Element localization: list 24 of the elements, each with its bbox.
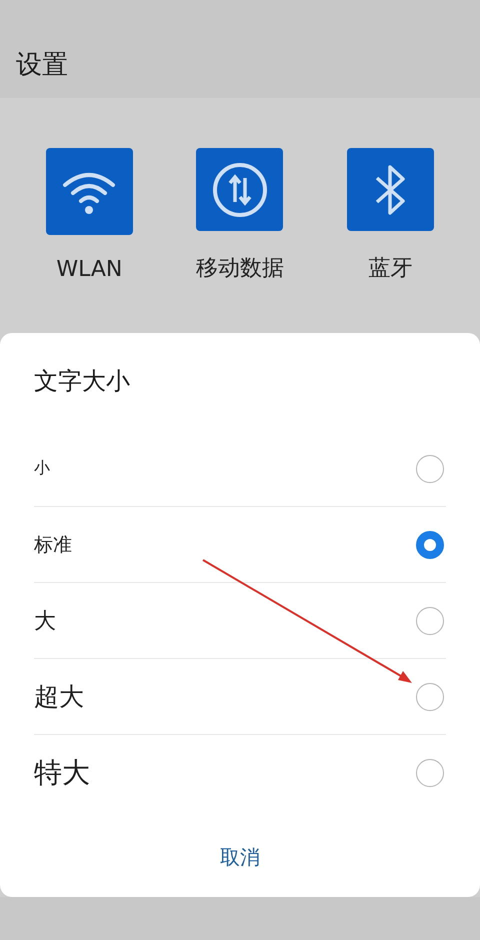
option-label: 超大 — [34, 681, 84, 713]
dialog-title: 文字大小 — [34, 366, 130, 397]
tile-button[interactable] — [196, 148, 284, 231]
page-title: 设置 — [16, 48, 68, 82]
tile-label: 蓝牙 — [368, 255, 413, 283]
radio-button[interactable] — [416, 682, 444, 710]
option-row[interactable]: 大 — [34, 583, 446, 659]
option-row[interactable]: 特大 — [34, 735, 446, 810]
cancel-button[interactable]: 取消 — [208, 838, 272, 877]
tile-label: WLAN — [56, 257, 122, 282]
radio-button[interactable] — [416, 606, 444, 634]
option-label: 特大 — [34, 754, 90, 790]
option-label: 大 — [34, 608, 56, 636]
option-label: 标准 — [34, 532, 72, 558]
data-transfer-icon — [212, 162, 268, 218]
option-row[interactable]: 小 — [34, 431, 446, 507]
radio-button[interactable] — [416, 530, 444, 558]
radio-button[interactable] — [416, 454, 444, 482]
radio-button[interactable] — [416, 758, 444, 786]
option-row[interactable]: 标准 — [34, 507, 446, 583]
tile-label: 移动数据 — [196, 255, 284, 283]
option-label: 小 — [34, 458, 50, 479]
tile-button[interactable] — [347, 148, 434, 231]
tile-button[interactable] — [46, 148, 133, 235]
